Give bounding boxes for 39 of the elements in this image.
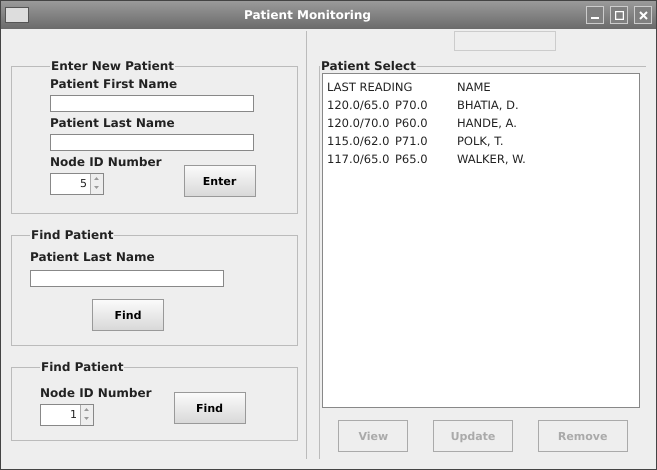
panel-title: Find Patient [30,228,114,242]
field-label: Patient Last Name [50,116,176,130]
pulse-text: P70.0 [395,97,429,114]
find-button[interactable]: Find [92,299,164,331]
patient-name: HANDE, A. [457,115,518,132]
close-icon [638,10,648,20]
reading-text: 117.0/65.0 [327,151,390,168]
pulse-text: P65.0 [395,151,429,168]
field-label: Node ID Number [50,155,162,169]
maximize-button[interactable] [610,6,628,24]
last-name-field[interactable] [30,270,224,287]
patient-list[interactable]: LAST READING NAME 120.0/65.0 P70.0 BHATIA, D. 120.0/70.0 P60.0 HANDE, A. 115.0/62.0 P71.0 POLK, T. 117.0/65.0 P65.0 WALKER, W. [322,73,640,408]
patient-name: POLK, T. [457,133,505,150]
enter-button[interactable]: Enter [184,165,256,197]
last-name-field[interactable] [50,134,254,151]
reading-text: 115.0/62.0 [327,133,390,150]
reading-text: 120.0/70.0 [327,115,390,132]
first-name-field[interactable] [50,95,254,112]
close-button[interactable] [634,6,652,24]
column-header: LAST READING [327,79,414,96]
panel-title: Find Patient [40,360,124,374]
reading-text: 120.0/65.0 [327,97,390,114]
patient-name: WALKER, W. [457,151,527,168]
number-spinner[interactable]: 1 [40,404,94,426]
window-icon [5,7,29,23]
patient-name: BHATIA, D. [457,97,520,114]
panel-title: Enter New Patient [50,59,175,73]
pulse-text: P60.0 [395,115,429,132]
window-title: Patient Monitoring [242,8,372,22]
panel-title: Patient Select [320,59,417,73]
column-header: NAME [457,79,492,96]
number-spinner[interactable]: 5 [50,173,104,195]
field-label: Patient First Name [50,77,178,91]
field-label: Node ID Number [40,386,152,400]
maximize-icon [614,10,624,20]
minimize-button[interactable] [586,6,604,24]
find-button[interactable]: Find [174,392,246,424]
field-label: Patient Last Name [30,250,156,264]
pulse-text: P71.0 [395,133,429,150]
